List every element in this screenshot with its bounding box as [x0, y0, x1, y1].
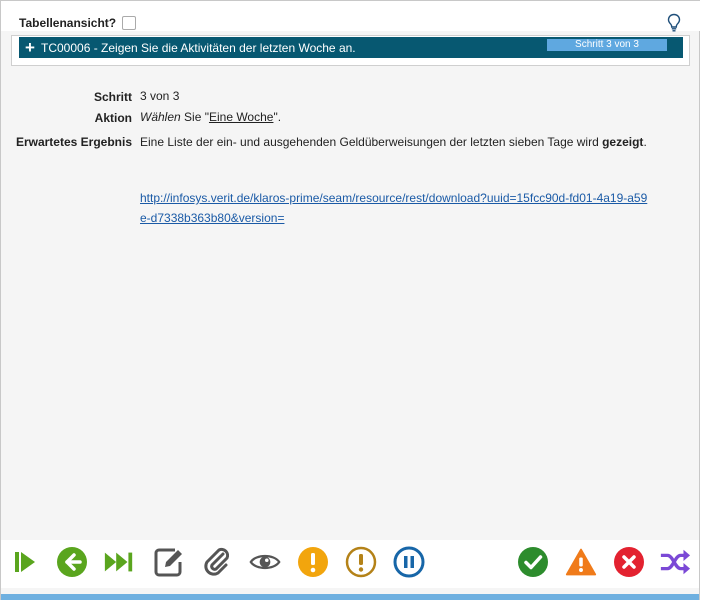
shuffle-icon — [660, 549, 691, 575]
warning-outline-icon — [345, 546, 377, 578]
bottom-accent-bar — [1, 594, 699, 600]
expected-text-bold: gezeigt — [602, 135, 644, 149]
attachment-link-line-1[interactable]: http://infosys.verit.de/klaros-prime/sea… — [140, 191, 647, 205]
pass-icon — [518, 547, 548, 577]
expected-result-label: Erwartetes Ergebnis — [15, 135, 132, 149]
back-icon — [57, 547, 87, 577]
attachment-link-line-2[interactable]: e-d7338b363b80&version= — [140, 211, 284, 225]
skip-forward-icon — [104, 552, 133, 572]
step-label: Schritt — [93, 90, 132, 104]
expand-plus-icon[interactable]: + — [19, 37, 41, 58]
warning-circle-icon — [298, 547, 328, 577]
pause-icon — [393, 546, 425, 578]
table-view-toggle[interactable]: Tabellenansicht? — [19, 16, 137, 30]
pause-button[interactable] — [393, 546, 425, 578]
action-verb: Wählen — [140, 110, 181, 124]
next-step-button[interactable] — [9, 546, 41, 578]
action-value: Wählen Sie "Eine Woche". — [140, 107, 690, 127]
edit-button[interactable] — [153, 546, 185, 578]
view-button[interactable] — [249, 546, 281, 578]
skip-to-end-button[interactable] — [103, 546, 135, 578]
action-middle: Sie " — [180, 110, 209, 124]
step-value: 3 von 3 — [140, 89, 180, 103]
action-link[interactable]: Eine Woche — [209, 110, 273, 124]
action-label: Aktion — [94, 111, 132, 125]
edit-icon — [154, 548, 182, 577]
attach-icon — [204, 547, 230, 576]
play-step-icon — [15, 552, 35, 572]
error-button[interactable] — [565, 546, 597, 578]
pass-button[interactable] — [517, 546, 549, 578]
shuffle-button[interactable] — [659, 546, 691, 578]
fail-button[interactable] — [613, 546, 645, 578]
expected-text: Eine Liste der ein- und ausgehenden Geld… — [140, 135, 603, 149]
attach-button[interactable] — [201, 546, 233, 578]
expected-text-end: . — [643, 135, 647, 149]
attachment-link-block: http://infosys.verit.de/klaros-prime/sea… — [140, 188, 690, 228]
action-suffix: ". — [273, 110, 282, 124]
previous-step-button[interactable] — [56, 546, 88, 578]
fail-icon — [614, 547, 644, 577]
execution-toolbar — [1, 540, 699, 588]
expected-result-value: Eine Liste der ein- und ausgehenden Geld… — [140, 132, 688, 152]
report-issue-button[interactable] — [297, 546, 329, 578]
report-issue-outline-button[interactable] — [345, 546, 377, 578]
lightbulb-icon[interactable] — [666, 13, 682, 33]
table-view-checkbox[interactable] — [122, 16, 137, 30]
eye-icon — [249, 554, 281, 570]
table-view-label: Tabellenansicht? — [19, 16, 117, 30]
error-triangle-icon — [565, 548, 597, 576]
step-progress-badge: Schritt 3 von 3 — [547, 39, 667, 51]
